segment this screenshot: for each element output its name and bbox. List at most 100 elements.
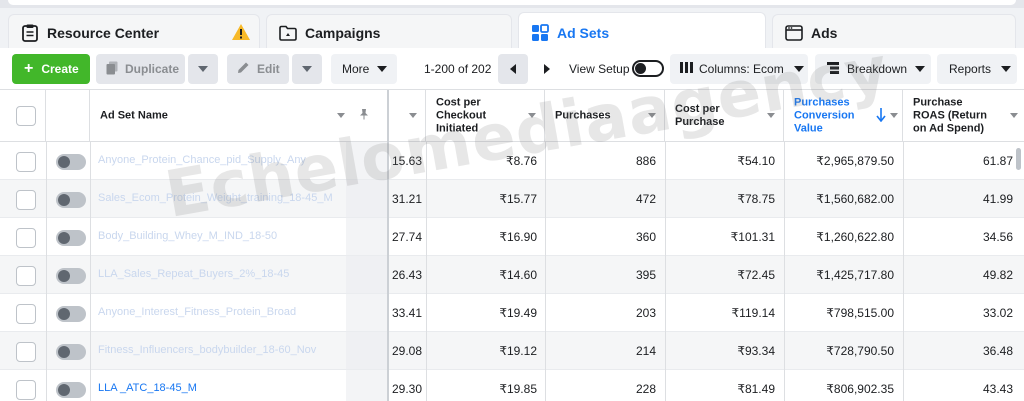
reports-button[interactable]: Reports	[937, 54, 1017, 84]
cell-cost-per-checkout: ₹15.77	[499, 192, 537, 206]
next-page-button[interactable]	[532, 54, 562, 84]
row-status-toggle[interactable]	[56, 306, 86, 322]
view-setup-toggle[interactable]	[632, 60, 664, 77]
cell-purchase-roas: 36.48	[982, 344, 1013, 358]
ad-set-name-link[interactable]: Fitness_Influencers_bodybuilder_18-60_No…	[98, 344, 348, 356]
sort-descending-icon[interactable]	[876, 108, 886, 125]
header-roas-line2: ROAS (Return	[913, 109, 987, 122]
header-cost-per-purchase-line2: Purchase	[675, 116, 725, 128]
ad-set-name-link[interactable]: Anyone_Interest_Fitness_Protein_Broad	[98, 306, 348, 318]
frozen-column-divider[interactable]	[387, 90, 389, 401]
vertical-scrollbar[interactable]	[1016, 148, 1021, 170]
chevron-down-icon[interactable]	[528, 113, 536, 118]
grid-icon	[531, 23, 549, 42]
prev-page-button[interactable]	[498, 54, 528, 84]
header-roas-line1: Purchase	[913, 96, 963, 109]
toolbar: + Create Duplicate Edit More 1-200 of 20…	[0, 48, 1024, 90]
tab-ads-label: Ads	[811, 24, 838, 41]
header-cost-per-checkout[interactable]: Cost per Checkout Initiated	[426, 90, 545, 142]
column-divider	[545, 142, 546, 401]
pin-column-icon[interactable]	[359, 108, 369, 123]
header-ad-set-name[interactable]: Ad Set Name	[90, 90, 388, 142]
chevron-down-icon[interactable]	[767, 113, 775, 118]
warning-icon[interactable]	[231, 23, 251, 44]
header-purchase-roas[interactable]: Purchase ROAS (Return on Ad Spend)	[903, 90, 1024, 142]
plus-icon: +	[24, 60, 34, 77]
row-status-toggle[interactable]	[56, 154, 86, 170]
edit-dropdown-button[interactable]	[292, 54, 322, 84]
tab-ads[interactable]: Ads	[772, 14, 1016, 50]
edit-button[interactable]: Edit	[227, 54, 289, 84]
header-cost-per-purchase-line1: Cost per	[675, 103, 720, 115]
create-button[interactable]: + Create	[12, 54, 90, 84]
table-row[interactable]: LLA_Sales_Repeat_Buyers_2%_18-45 26.43 ₹14…	[0, 256, 1024, 294]
row-checkbox[interactable]	[16, 190, 36, 210]
more-button[interactable]: More	[331, 54, 397, 84]
select-all-checkbox[interactable]	[16, 106, 36, 126]
breakdown-label: Breakdown	[847, 62, 908, 76]
header-purchases-conversion-value[interactable]: Purchases Conversion Value	[784, 90, 903, 142]
tab-ad-sets-label: Ad Sets	[557, 24, 610, 41]
cell-partial-value: 31.21	[391, 192, 422, 206]
row-status-toggle[interactable]	[56, 192, 86, 208]
chevron-down-icon[interactable]	[409, 113, 417, 118]
row-status-toggle[interactable]	[56, 268, 86, 284]
header-purchases[interactable]: Purchases	[545, 90, 665, 142]
duplicate-button[interactable]: Duplicate	[96, 54, 185, 84]
columns-label: Columns: Ecom	[699, 62, 784, 76]
cell-purchase-roas: 43.43	[982, 382, 1013, 396]
cell-cost-per-checkout: ₹19.12	[499, 344, 537, 358]
row-checkbox[interactable]	[16, 342, 36, 362]
chevron-down-icon	[793, 66, 804, 72]
chevron-down-icon[interactable]	[337, 113, 345, 118]
cell-purchase-roas: 41.99	[982, 192, 1013, 206]
columns-button[interactable]: Columns: Ecom	[670, 54, 808, 84]
table-row[interactable]: Fitness_Influencers_bodybuilder_18-60_No…	[0, 332, 1024, 370]
cell-partial-value: 15.63	[391, 154, 422, 168]
cell-purchases: 360	[635, 230, 656, 244]
chevron-down-icon	[302, 66, 312, 72]
ad-set-name-link[interactable]: LLA _ATC_18-45_M	[98, 382, 348, 394]
row-checkbox[interactable]	[16, 380, 36, 400]
row-status-toggle[interactable]	[56, 344, 86, 360]
cell-purchase-roas: 33.02	[982, 306, 1013, 320]
header-partial-column[interactable]	[388, 90, 426, 142]
row-checkbox[interactable]	[16, 266, 36, 286]
breakdown-button[interactable]: Breakdown	[815, 54, 931, 84]
cell-purchases-conversion-value: ₹798,515.00	[826, 306, 894, 320]
column-divider	[665, 142, 666, 401]
ad-set-name-link[interactable]: Body_Building_Whey_M_IND_18-50	[98, 230, 348, 242]
edit-label: Edit	[257, 62, 280, 76]
duplicate-dropdown-button[interactable]	[188, 54, 218, 84]
ad-set-name-link[interactable]: Anyone_Protein_Chance_pid_Supply_Any	[98, 154, 348, 166]
cell-cost-per-purchase: ₹101.31	[730, 230, 775, 244]
ad-set-name-link[interactable]: LLA_Sales_Repeat_Buyers_2%_18-45	[98, 268, 348, 280]
cell-cost-per-purchase: ₹78.75	[737, 192, 775, 206]
tab-resource-center-label: Resource Center	[47, 24, 160, 41]
table-row[interactable]: Body_Building_Whey_M_IND_18-50 27.74 ₹16.9…	[0, 218, 1024, 256]
tab-campaigns-label: Campaigns	[305, 24, 381, 41]
chevron-down-icon	[915, 66, 926, 72]
table-row[interactable]: LLA _ATC_18-45_M 29.30 ₹19.85 228 ₹81.49 ₹806…	[0, 370, 1024, 401]
chevron-left-icon	[510, 64, 516, 74]
tab-campaigns[interactable]: Campaigns	[266, 14, 512, 50]
chevron-down-icon[interactable]	[1010, 113, 1018, 118]
chevron-down-icon[interactable]	[648, 113, 656, 118]
header-pcv-line2: Conversion	[794, 109, 855, 122]
table-row[interactable]: Anyone_Protein_Chance_pid_Supply_Any 15.6…	[0, 142, 1024, 180]
cell-cost-per-purchase: ₹93.34	[737, 344, 775, 358]
row-checkbox[interactable]	[16, 304, 36, 324]
row-checkbox[interactable]	[16, 228, 36, 248]
tab-resource-center[interactable]: Resource Center	[8, 14, 260, 50]
tab-ad-sets[interactable]: Ad Sets	[518, 12, 766, 52]
ad-set-name-link[interactable]: Sales_Ecom_Protein_Weight_training_18-45…	[98, 192, 348, 204]
chevron-down-icon	[1001, 66, 1012, 72]
table-row[interactable]: Sales_Ecom_Protein_Weight_training_18-45…	[0, 180, 1024, 218]
table-row[interactable]: Anyone_Interest_Fitness_Protein_Broad 33.…	[0, 294, 1024, 332]
header-select-all	[0, 90, 46, 142]
chevron-down-icon[interactable]	[890, 113, 898, 118]
row-status-toggle[interactable]	[56, 382, 86, 398]
header-cost-per-purchase[interactable]: Cost per Purchase	[665, 90, 784, 142]
row-checkbox[interactable]	[16, 152, 36, 172]
row-status-toggle[interactable]	[56, 230, 86, 246]
